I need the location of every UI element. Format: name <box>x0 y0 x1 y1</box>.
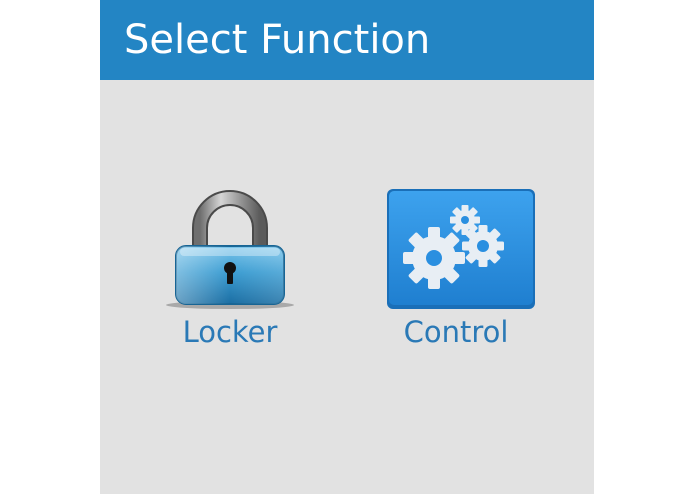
control-button[interactable]: Control <box>372 188 540 358</box>
page-title: Select Function <box>124 17 431 63</box>
select-function-panel: Select Function Locker Control <box>100 0 594 494</box>
gears-icon <box>372 188 540 313</box>
locker-label: Locker <box>182 315 278 349</box>
padlock-icon <box>146 188 314 313</box>
header-bar: Select Function <box>100 0 594 80</box>
control-label: Control <box>403 315 509 349</box>
locker-button[interactable]: Locker <box>146 188 314 358</box>
